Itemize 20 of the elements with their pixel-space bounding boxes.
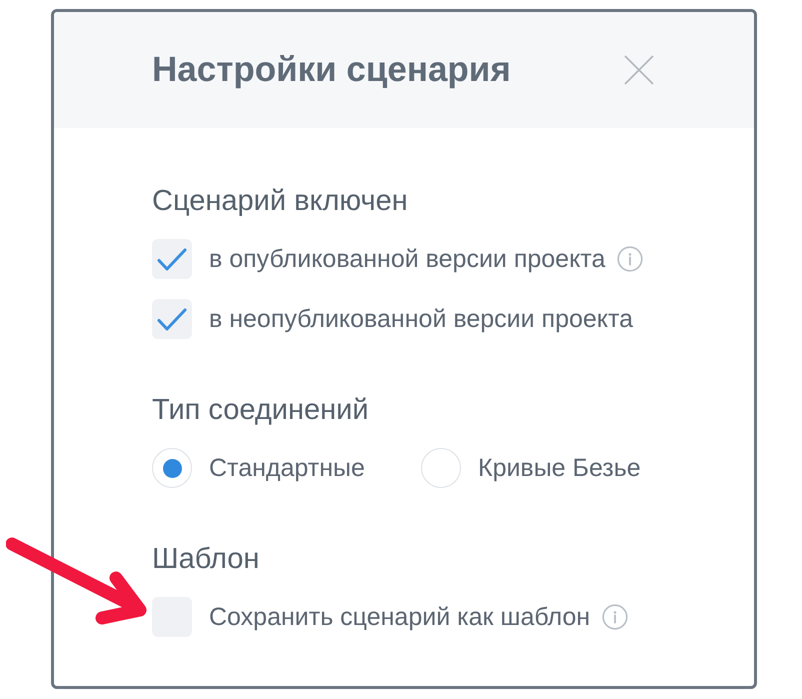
radio-button[interactable]	[421, 448, 461, 488]
close-icon	[624, 55, 654, 85]
check-icon	[157, 308, 187, 330]
info-icon[interactable]	[617, 246, 644, 272]
section-heading: Шаблон	[152, 542, 260, 576]
checkbox-label: в опубликованной версии проекта	[209, 244, 606, 274]
radio-label: Стандартные	[209, 453, 365, 483]
radio-label: Кривые Безье	[478, 453, 641, 483]
dialog-title: Настройки сценария	[152, 49, 511, 91]
checkbox-label: Сохранить сценарий как шаблон	[209, 602, 590, 632]
close-button[interactable]	[622, 53, 656, 87]
radio-button[interactable]	[152, 448, 192, 488]
section-heading: Тип соединений	[152, 393, 369, 427]
checkbox-label: в неопубликованной версии проекта	[209, 304, 634, 334]
radio-dot-icon	[162, 458, 182, 478]
checkbox[interactable]	[152, 299, 192, 339]
section-heading: Сценарий включен	[152, 184, 408, 218]
checkbox[interactable]	[152, 239, 192, 279]
info-icon[interactable]	[602, 604, 628, 630]
check-icon	[157, 248, 187, 270]
